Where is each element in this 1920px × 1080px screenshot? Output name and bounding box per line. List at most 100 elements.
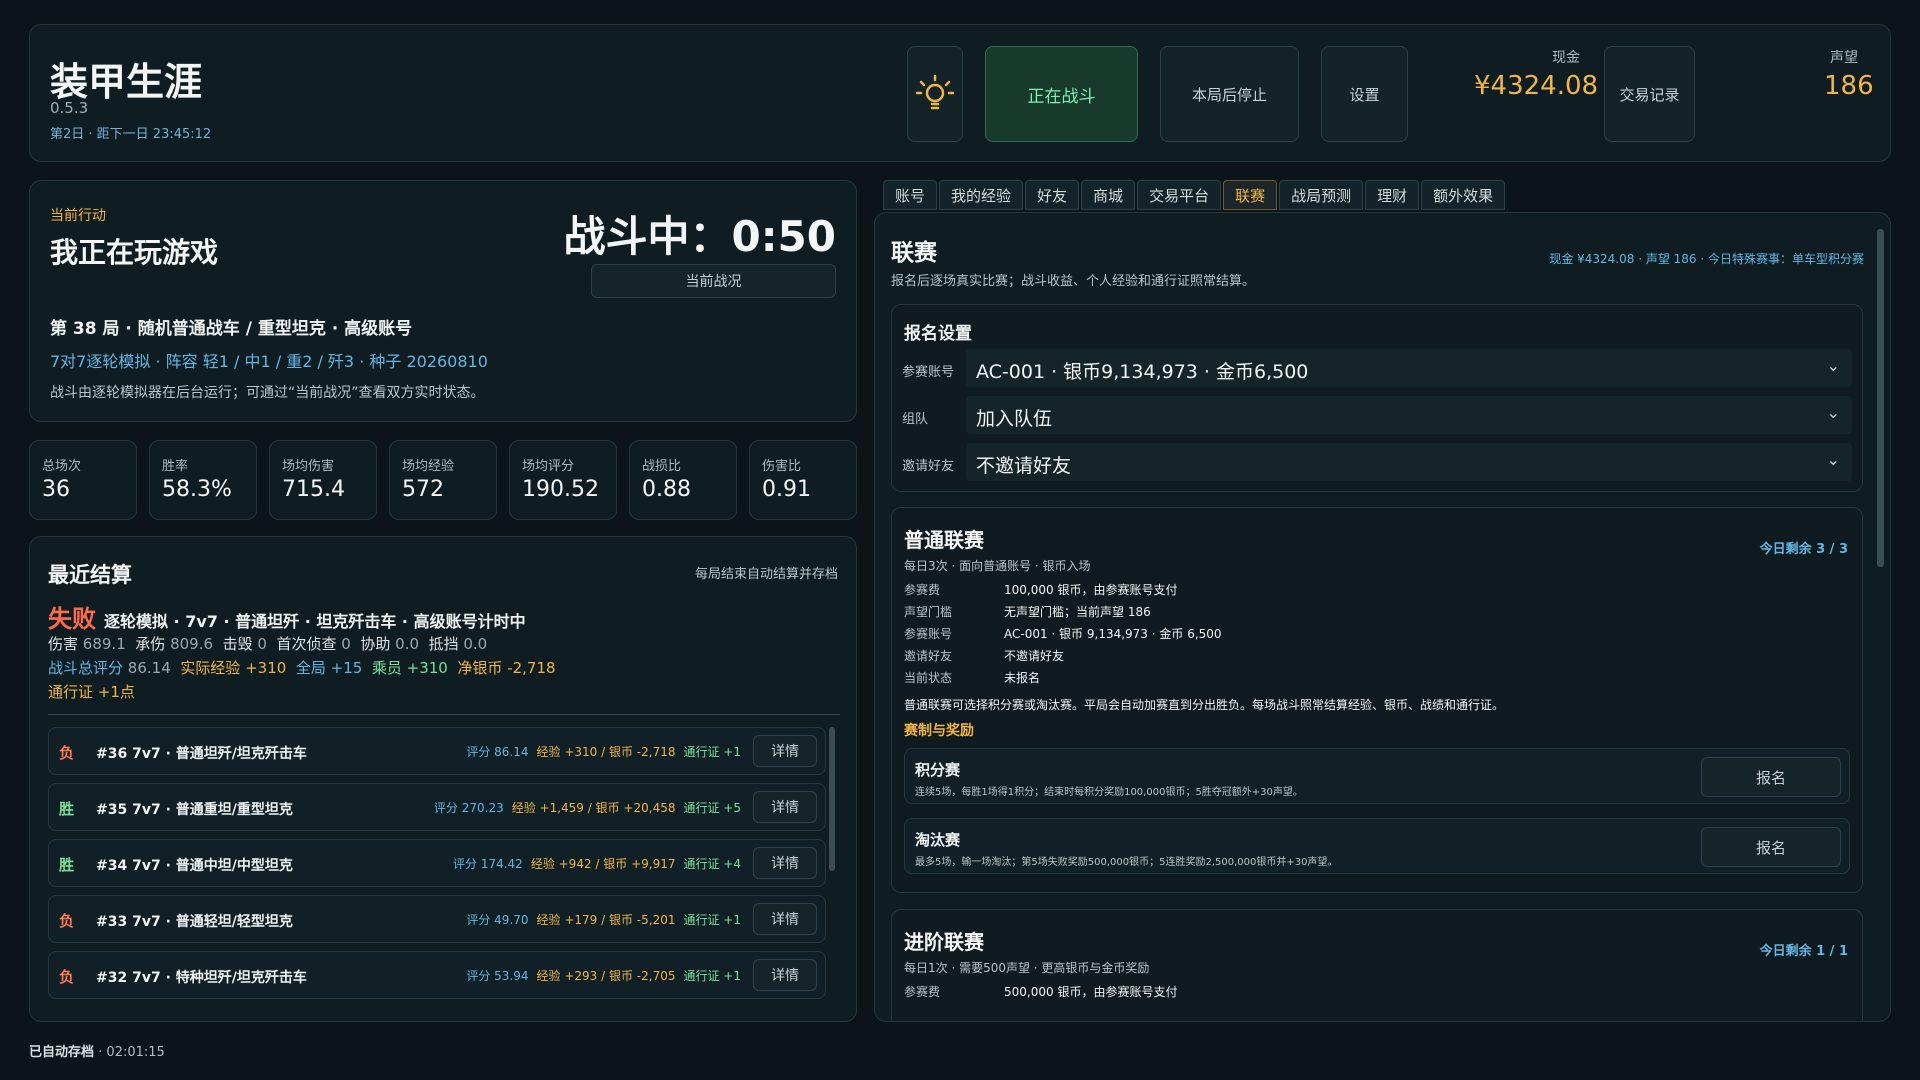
league-subtitle: 报名后逐场真实比赛；战斗收益、个人经验和通行证照常结算。 bbox=[891, 274, 1256, 289]
trade-history-button[interactable]: 交易记录 bbox=[1604, 46, 1695, 142]
kv-key: 伤害 bbox=[48, 635, 79, 653]
stat-value: 572 bbox=[402, 477, 444, 502]
match-econ: 经验 +942 / 银币 +9,917 bbox=[530, 857, 676, 871]
format-title: 淘汰赛 bbox=[915, 831, 961, 849]
fighting-button[interactable]: 正在战斗 bbox=[985, 46, 1138, 142]
chevron-down-icon: ⌄ bbox=[1826, 356, 1840, 375]
kv-key: 协助 bbox=[360, 635, 391, 653]
stat-win-rate: 胜率 58.3% bbox=[149, 440, 257, 520]
format-description: 最多5场，输一场淘汰；第5场失败奖励500,000银币；5连胜奖励2,500,0… bbox=[915, 857, 1338, 868]
silver-value: -2,718 bbox=[507, 659, 556, 677]
stat-label: 伤害比 bbox=[762, 459, 802, 474]
signup-knockout-button[interactable]: 报名 bbox=[1701, 827, 1841, 867]
match-name: #35 7v7 · 普通重坦/重型坦克 bbox=[96, 802, 293, 818]
match-pass: 通行证 +1 bbox=[683, 745, 741, 759]
match-result: 负 bbox=[59, 912, 75, 930]
info-row: 邀请好友 不邀请好友 bbox=[904, 647, 1064, 664]
tab-my-experience[interactable]: 我的经验 bbox=[939, 180, 1024, 210]
settings-button[interactable]: 设置 bbox=[1321, 46, 1408, 142]
league-panel: 联赛 报名后逐场真实比赛；战斗收益、个人经验和通行证照常结算。 现金 ¥4324… bbox=[874, 212, 1891, 1022]
battle-status-button[interactable]: 当前战况 bbox=[591, 264, 836, 298]
tab-shop[interactable]: 商城 bbox=[1081, 180, 1136, 210]
match-pass: 通行证 +5 bbox=[683, 801, 741, 815]
chevron-down-icon: ⌄ bbox=[1826, 403, 1840, 422]
match-name: #34 7v7 · 普通中坦/中型坦克 bbox=[96, 858, 293, 874]
tab-extra-effects[interactable]: 额外效果 bbox=[1421, 180, 1506, 210]
match-pass: 通行证 +1 bbox=[683, 969, 741, 983]
stat-value: 58.3% bbox=[162, 477, 232, 502]
field-label: 邀请好友 bbox=[902, 459, 955, 474]
tab-finance[interactable]: 理财 bbox=[1365, 180, 1420, 210]
score-label: 战斗总评分 bbox=[48, 659, 124, 677]
info-row: 参赛费 100,000 银币，由参赛账号支付 bbox=[904, 581, 1177, 598]
tab-friends[interactable]: 好友 bbox=[1025, 180, 1080, 210]
stat-damage-ratio: 伤害比 0.91 bbox=[749, 440, 857, 520]
match-detail-button[interactable]: 详情 bbox=[753, 903, 817, 935]
reputation-label: 声望 bbox=[1830, 50, 1858, 66]
match-row: 胜 #35 7v7 · 普通重坦/重型坦克 评分 270.23 经验 +1,459… bbox=[48, 783, 826, 831]
match-score: 评分 49.70 bbox=[466, 913, 529, 927]
info-value: 500,000 银币，由参赛账号支付 bbox=[1004, 985, 1178, 999]
stat-value: 190.52 bbox=[522, 477, 599, 502]
match-meta: 评分 49.70 经验 +179 / 银币 -5,201 通行证 +1 bbox=[466, 911, 741, 928]
match-result: 负 bbox=[59, 968, 75, 986]
result-status: 失败 bbox=[48, 605, 96, 633]
global-value: +15 bbox=[330, 659, 363, 677]
match-meta: 评分 53.94 经验 +293 / 银币 -2,705 通行证 +1 bbox=[466, 967, 741, 984]
tab-league[interactable]: 联赛 bbox=[1223, 180, 1278, 210]
cash-label: 现金 bbox=[1552, 50, 1580, 66]
kv-value: 689.1 bbox=[82, 635, 126, 653]
match-detail-button[interactable]: 详情 bbox=[753, 959, 817, 991]
xp-label: 实际经验 bbox=[180, 659, 241, 677]
signup-title: 报名设置 bbox=[904, 324, 972, 344]
selected-value: 不邀请好友 bbox=[976, 455, 1072, 477]
info-value: 未报名 bbox=[1004, 671, 1041, 685]
selected-value: 加入队伍 bbox=[976, 408, 1053, 430]
recent-scrollbar[interactable] bbox=[829, 727, 835, 871]
kv-key: 首次侦查 bbox=[276, 635, 337, 653]
advanced-league-remaining: 今日剩余 1 / 1 bbox=[1759, 944, 1848, 959]
match-row: 负 #32 7v7 · 特种坦歼/坦克歼击车 评分 53.94 经验 +293 /… bbox=[48, 951, 826, 999]
stat-total-matches: 总场次 36 bbox=[29, 440, 137, 520]
stat-label: 场均伤害 bbox=[282, 459, 335, 474]
info-value: 100,000 银币，由参赛账号支付 bbox=[1004, 583, 1178, 597]
kv-value: 0.0 bbox=[395, 635, 420, 653]
match-detail-button[interactable]: 详情 bbox=[753, 791, 817, 823]
info-key: 参赛费 bbox=[904, 583, 941, 597]
silver-label: 净银币 bbox=[457, 659, 503, 677]
stat-label: 场均经验 bbox=[402, 459, 455, 474]
result-pass-line: 通行证 +1点 bbox=[48, 681, 135, 702]
match-detail-button[interactable]: 详情 bbox=[753, 735, 817, 767]
hint-button[interactable] bbox=[907, 46, 963, 142]
battle-note: 战斗由逐轮模拟器在后台运行；可通过“当前战况”查看双方实时状态。 bbox=[50, 385, 485, 401]
match-meta: 评分 174.42 经验 +942 / 银币 +9,917 通行证 +4 bbox=[453, 855, 741, 872]
signup-points-button[interactable]: 报名 bbox=[1701, 757, 1841, 797]
field-label: 参赛账号 bbox=[902, 365, 955, 380]
match-row: 负 #36 7v7 · 普通坦歼/坦克歼击车 评分 86.14 经验 +310 /… bbox=[48, 727, 826, 775]
pass-value: +1点 bbox=[97, 683, 135, 701]
recent-settlement-panel: 最近结算 每局结束自动结算并存档 失败 逐轮模拟 · 7v7 · 普通坦歼 · 坦… bbox=[29, 536, 857, 1022]
tab-account[interactable]: 账号 bbox=[883, 180, 938, 210]
kv-value: 0 bbox=[341, 635, 351, 653]
league-title: 联赛 bbox=[891, 240, 937, 266]
info-value: 不邀请好友 bbox=[1004, 649, 1065, 663]
advanced-league-subtitle: 每日1次 · 需要500声望 · 更高银币与金币奖励 bbox=[904, 961, 1150, 975]
normal-league-remaining: 今日剩余 3 / 3 bbox=[1759, 542, 1848, 557]
stat-value: 36 bbox=[42, 477, 70, 502]
match-result: 负 bbox=[59, 744, 75, 762]
stop-after-round-button[interactable]: 本局后停止 bbox=[1160, 46, 1299, 142]
match-detail-button[interactable]: 详情 bbox=[753, 847, 817, 879]
account-dropdown[interactable]: AC-001 · 银币9,134,973 · 金币6,500 ⌄ bbox=[966, 349, 1852, 387]
league-scrollbar[interactable] bbox=[1877, 229, 1884, 567]
info-value: AC-001 · 银币 9,134,973 · 金币 6,500 bbox=[1004, 627, 1222, 641]
stat-label: 胜率 bbox=[162, 459, 189, 474]
current-action-label: 当前行动 bbox=[50, 208, 106, 224]
info-key: 参赛账号 bbox=[904, 627, 953, 641]
info-row: 声望门槛 无声望门槛；当前声望 186 bbox=[904, 603, 1151, 620]
crew-value: +310 bbox=[406, 659, 448, 677]
team-dropdown[interactable]: 加入队伍 ⌄ bbox=[966, 396, 1852, 434]
invite-dropdown[interactable]: 不邀请好友 ⌄ bbox=[966, 443, 1852, 481]
divider bbox=[48, 714, 840, 715]
tab-trade-platform[interactable]: 交易平台 bbox=[1137, 180, 1222, 210]
tab-battle-prediction[interactable]: 战局预测 bbox=[1279, 180, 1364, 210]
